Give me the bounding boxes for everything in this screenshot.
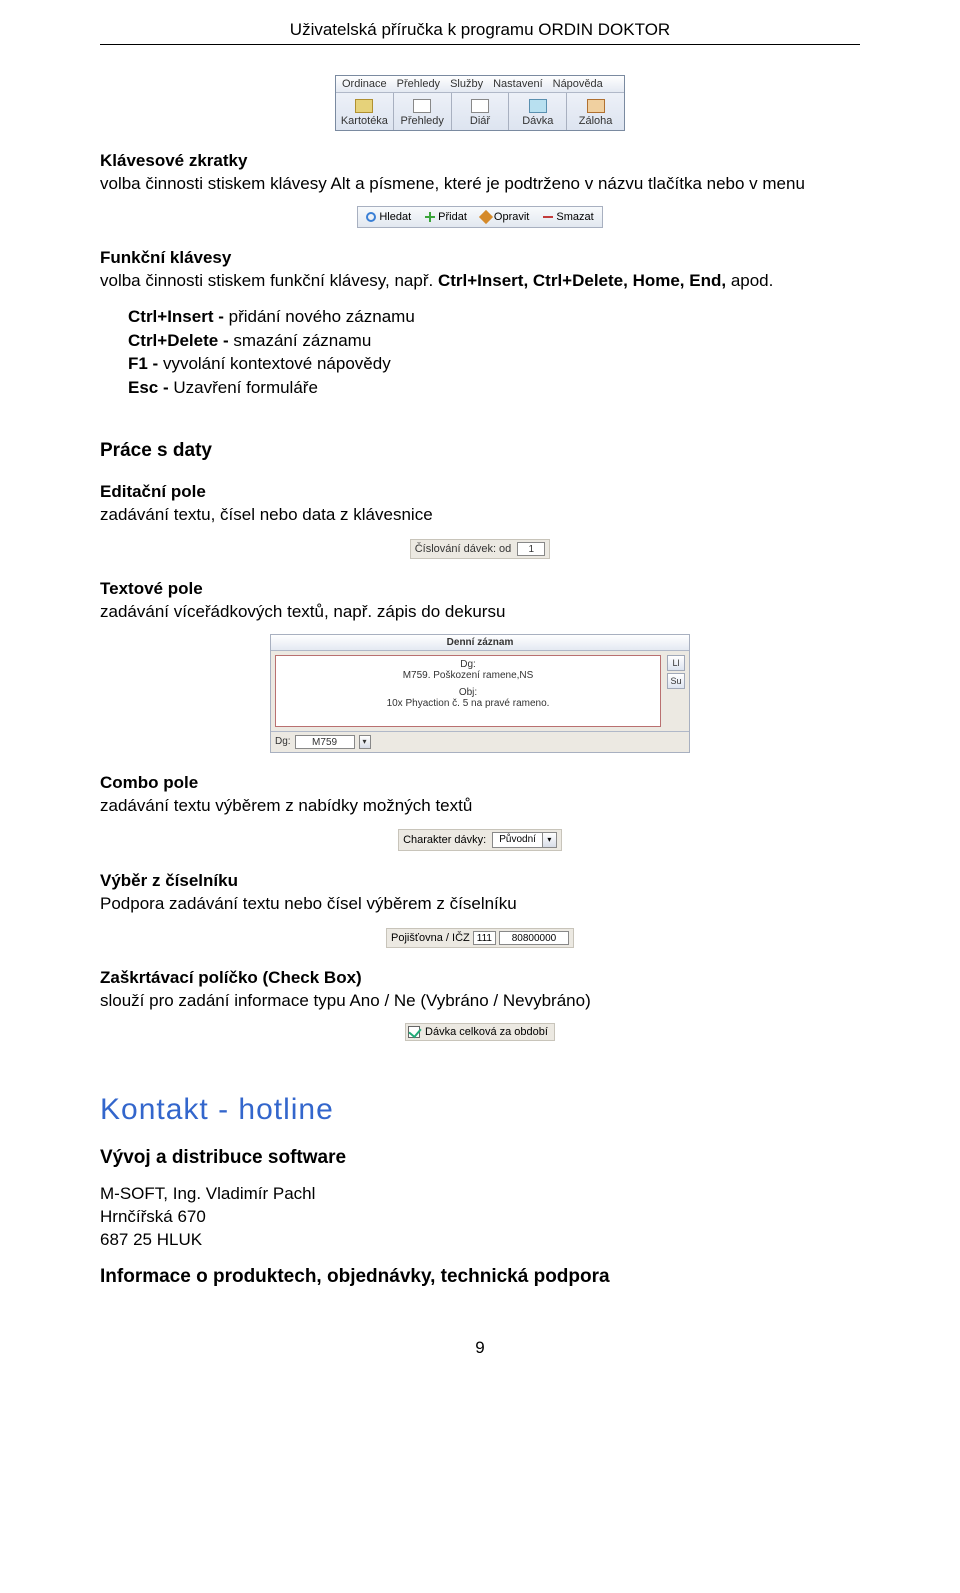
numeric-field-screenshot: Číslování dávek: od 1: [410, 539, 551, 559]
heading-info: Informace o produktech, objednávky, tech…: [100, 1266, 860, 1288]
contact-line: 687 25 HLUK: [100, 1229, 860, 1252]
side-button[interactable]: Su: [667, 673, 685, 689]
heading-checkbox: Zaškrtávací políčko (Check Box): [100, 968, 860, 988]
side-button[interactable]: Ll: [667, 655, 685, 671]
plus-icon: [425, 212, 435, 222]
chevron-down-icon[interactable]: ▾: [359, 735, 371, 749]
minus-icon: [543, 212, 553, 222]
menu-item: Nápověda: [553, 78, 603, 90]
toolbar-btn: Kartotéka: [336, 93, 394, 130]
action-btn: Opravit: [475, 209, 535, 225]
numeric-input[interactable]: 1: [517, 542, 545, 556]
heading-combo: Combo pole: [100, 773, 860, 793]
lookup-code-input[interactable]: 111: [473, 931, 496, 945]
menu-item: Nastavení: [493, 78, 543, 90]
panel-caption: Denní záznam: [271, 635, 689, 651]
heading-lookup: Výběr z číselníku: [100, 871, 860, 891]
action-btn: Přidat: [419, 209, 473, 225]
field-label: Číslování dávek: od: [415, 543, 512, 555]
checkbox-screenshot: Dávka celková za období: [405, 1023, 555, 1041]
heading-editfield: Editační pole: [100, 482, 860, 502]
combo-label: Charakter dávky:: [403, 834, 486, 846]
menu-item: Ordinace: [342, 78, 387, 90]
text-checkbox: slouží pro zadání informace typu Ano / N…: [100, 990, 860, 1013]
page-header: Uživatelská příručka k programu ORDIN DO…: [100, 20, 860, 45]
text-combo: zadávání textu výběrem z nabídky možných…: [100, 795, 860, 818]
checkbox-input[interactable]: [408, 1026, 420, 1038]
multiline-textarea[interactable]: Dg: M759. Poškození ramene,NS Obj: 10x P…: [275, 655, 661, 727]
menu-item: Služby: [450, 78, 483, 90]
action-btn: Hledat: [360, 209, 417, 225]
text-shortcuts: volba činnosti stiskem klávesy Alt a pís…: [100, 173, 860, 196]
chevron-down-icon[interactable]: ▾: [542, 833, 556, 847]
heading-textfield: Textové pole: [100, 579, 860, 599]
contact-line: M-SOFT, Ing. Vladimír Pachl: [100, 1183, 860, 1206]
action-btn: Smazat: [537, 209, 599, 225]
dg-input[interactable]: M759: [295, 735, 355, 749]
heading-fnkeys: Funkční klávesy: [100, 248, 860, 268]
app-toolbar-screenshot: Ordinace Přehledy Služby Nastavení Nápov…: [335, 75, 625, 131]
text-lookup: Podpora zadávání textu nebo čísel výběre…: [100, 893, 860, 916]
lookup-label: Pojišťovna / IČZ: [391, 932, 470, 944]
toolbar-btn: Diář: [452, 93, 510, 130]
pencil-icon: [479, 210, 493, 224]
heading-shortcuts: Klávesové zkratky: [100, 151, 860, 171]
checkbox-label: Dávka celková za období: [425, 1026, 548, 1038]
text-editfield: zadávání textu, čísel nebo data z kláves…: [100, 504, 860, 527]
lookup-value-input[interactable]: 80800000: [499, 931, 569, 945]
page-number: 9: [100, 1338, 860, 1358]
combo-select[interactable]: Původní ▾: [492, 832, 557, 848]
toolbar-btn: Záloha: [567, 93, 624, 130]
heading-data: Práce s daty: [100, 440, 860, 462]
contact-line: Hrnčířská 670: [100, 1206, 860, 1229]
toolbar-btn: Dávka: [509, 93, 567, 130]
heading-dev: Vývoj a distribuce software: [100, 1147, 860, 1169]
heading-contact: Kontakt - hotline: [100, 1093, 860, 1127]
search-icon: [366, 212, 376, 222]
text-textfield: zadávání víceřádkových textů, např. zápi…: [100, 601, 860, 624]
dg-label: Dg:: [275, 736, 291, 747]
actionbar-screenshot: Hledat Přidat Opravit Smazat: [357, 206, 602, 228]
menu-item: Přehledy: [397, 78, 440, 90]
fnkeys-list: Ctrl+Insert - přidání nového záznamu Ctr…: [128, 305, 860, 400]
text-fnkeys: volba činnosti stiskem funkční klávesy, …: [100, 270, 860, 293]
lookup-screenshot: Pojišťovna / IČZ 111 80800000: [386, 928, 574, 948]
multiline-panel-screenshot: Denní záznam Dg: M759. Poškození ramene,…: [270, 634, 690, 753]
combo-screenshot: Charakter dávky: Původní ▾: [398, 829, 562, 851]
toolbar-btn: Přehledy: [394, 93, 452, 130]
